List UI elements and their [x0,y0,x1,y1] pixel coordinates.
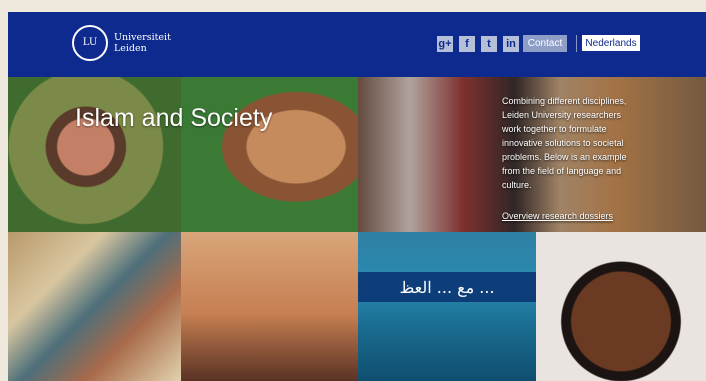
language-switch-button[interactable]: Nederlands [582,35,640,51]
intro-text: Combining different disciplines, Leiden … [502,96,627,190]
university-seal-icon: LU [72,25,108,61]
contact-button[interactable]: Contact [523,35,567,52]
tile-man-with-tablet[interactable] [181,232,358,381]
tile-calligraphy-tiles[interactable]: مع ... العظ ... [358,232,536,381]
tile-smiling-man[interactable] [8,77,181,232]
social-links: g+ f t in [437,36,519,52]
image-grid: مع ... العظ ... Islam and Society Combin… [8,77,706,381]
tile-veiled-face[interactable] [536,232,706,381]
page-frame: LU Universiteit Leiden g+ f t in Contact… [8,12,706,381]
calligraphy-band: مع ... العظ ... [358,272,536,302]
university-name: Universiteit Leiden [114,32,171,54]
facebook-icon[interactable]: f [459,36,475,52]
linkedin-icon[interactable]: in [503,36,519,52]
research-dossiers-link[interactable]: Overview research dossiers [502,211,613,221]
google-plus-icon[interactable]: g+ [437,36,453,52]
tile-henna-hand[interactable] [181,77,358,232]
language-label: Nederlands [585,37,637,49]
seal-text: LU [82,37,98,48]
calligraphy-text: مع ... العظ ... [399,277,495,297]
header-divider [576,35,577,52]
contact-label: Contact [527,38,563,49]
university-name-line1: Universiteit [114,32,171,43]
page-title: Islam and Society [75,104,273,132]
university-logo[interactable]: LU Universiteit Leiden [72,25,171,61]
university-name-line2: Leiden [114,43,147,54]
twitter-icon[interactable]: t [481,36,497,52]
site-header: LU Universiteit Leiden g+ f t in Contact… [8,12,706,77]
tile-miniature-painting[interactable] [8,232,181,381]
